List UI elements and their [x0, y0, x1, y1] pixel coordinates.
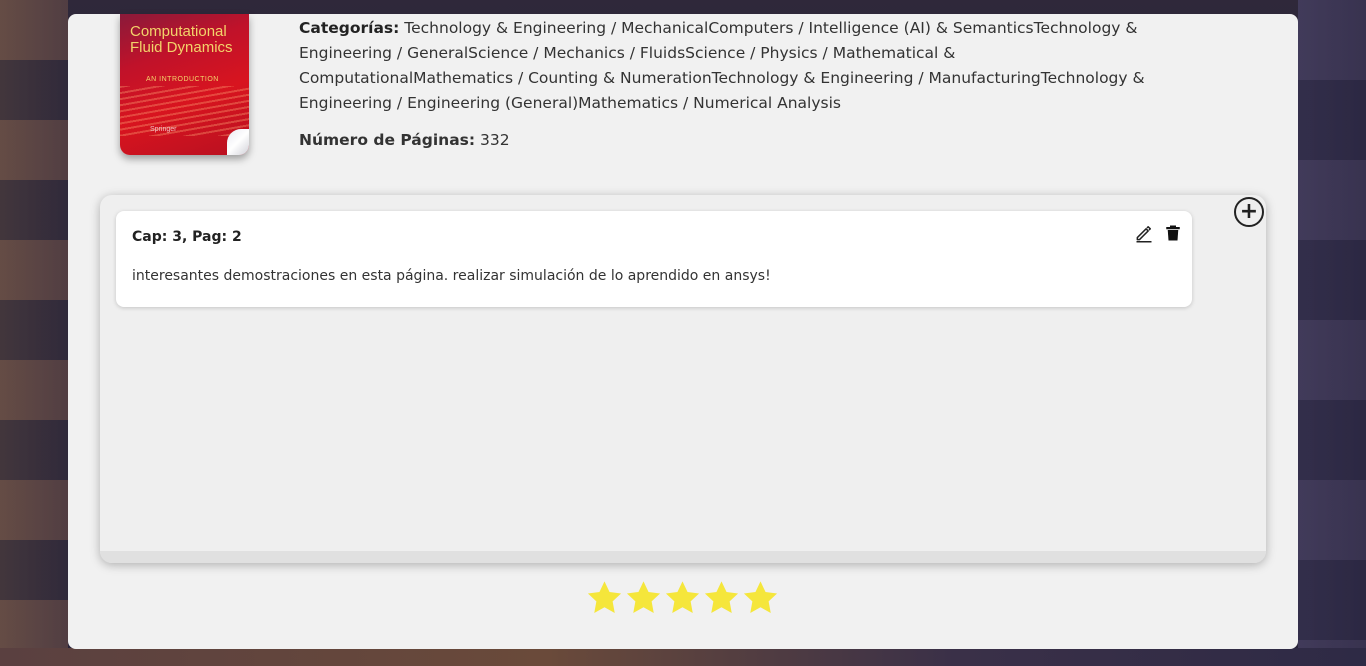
note-text: interesantes demostraciones en esta pági… [132, 268, 771, 284]
rating-stars[interactable] [585, 578, 780, 618]
pencil-icon[interactable] [1134, 223, 1154, 243]
note-reference: Cap: 3, Pag: 2 [132, 229, 242, 245]
background-bookshelf-left [0, 0, 68, 666]
categories-value: Technology & Engineering / MechanicalCom… [299, 19, 1145, 112]
add-note-button[interactable]: + [1234, 197, 1264, 227]
notes-panel: Cap: 3, Pag: 2 interesantes demostracion… [100, 195, 1266, 563]
book-cover-subtitle: AN INTRODUCTION [146, 76, 219, 83]
pages-label: Número de Páginas: [299, 131, 476, 149]
star-icon[interactable] [585, 578, 624, 618]
page-curl-decoration [227, 129, 249, 155]
trash-icon[interactable] [1164, 223, 1182, 243]
book-page-count: Número de Páginas: 332 [299, 131, 510, 149]
note-card: Cap: 3, Pag: 2 interesantes demostracion… [116, 211, 1192, 307]
book-detail-card: Computational Fluid Dynamics AN INTRODUC… [68, 14, 1298, 649]
background-bookshelf-right [1298, 0, 1366, 666]
book-cover-art [120, 86, 249, 136]
star-icon[interactable] [702, 578, 741, 618]
star-icon[interactable] [624, 578, 663, 618]
add-circle-icon: + [1239, 199, 1259, 224]
pages-value: 332 [480, 131, 510, 149]
book-cover-title: Computational Fluid Dynamics [130, 23, 233, 56]
book-cover-publisher: Springer [150, 126, 177, 133]
star-icon[interactable] [741, 578, 780, 618]
book-categories: Categorías: Technology & Engineering / M… [299, 16, 1159, 116]
background-bookshelf-bottom [0, 648, 1366, 666]
star-icon[interactable] [663, 578, 702, 618]
book-cover: Computational Fluid Dynamics AN INTRODUC… [120, 14, 249, 155]
categories-label: Categorías: [299, 19, 400, 37]
